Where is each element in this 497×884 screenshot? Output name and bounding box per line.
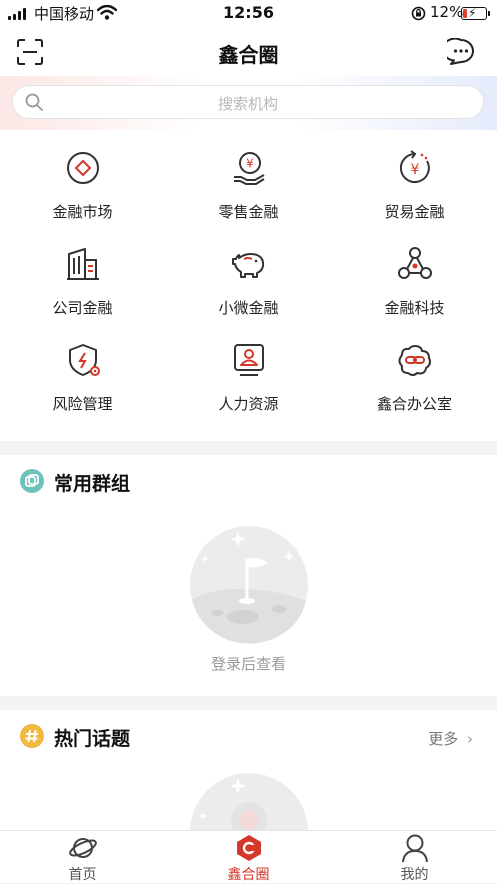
network-nodes-icon: [398, 247, 432, 279]
bottom-tab-bar: 首页 鑫合圈 我的: [0, 830, 497, 883]
section-title: 热门话题: [54, 728, 131, 750]
xinhe-hexagon-icon: [237, 835, 261, 861]
category-small-business-finance[interactable]: 小微金融: [166, 226, 331, 322]
search-placeholder: 搜索机构: [217, 95, 278, 113]
category-financial-markets[interactable]: 金融市场: [0, 130, 165, 226]
category-label: 风险管理: [52, 395, 113, 413]
hand-yuan-coin-icon: ¥: [234, 152, 265, 185]
category-label: 公司金融: [52, 299, 113, 317]
category-risk-management[interactable]: 风险管理: [0, 322, 165, 418]
piggy-bank-icon: [232, 253, 265, 278]
tab-mine[interactable]: 我的: [332, 831, 497, 884]
battery-percent: 12%: [430, 3, 464, 21]
diamond-circle-icon: [67, 152, 99, 184]
cloud-link-icon: [398, 345, 431, 376]
common-groups-section: 常用群组 登录后查看: [0, 455, 497, 696]
category-trade-finance[interactable]: ¥ 贸易金融: [332, 130, 497, 226]
section-title: 常用群组: [54, 473, 131, 495]
category-retail-finance[interactable]: ¥ 零售金融: [166, 130, 331, 226]
status-bar: 中国移动 12:56 12% ⚡: [0, 0, 497, 28]
category-fintech[interactable]: 金融科技: [332, 226, 497, 322]
hashtag-icon: [20, 724, 44, 748]
svg-text:¥: ¥: [246, 157, 254, 171]
user-profile-icon: [402, 834, 428, 863]
category-corporate-finance[interactable]: 公司金融: [0, 226, 165, 322]
rotation-lock-icon: [411, 6, 426, 21]
category-label: 小微金融: [218, 299, 279, 317]
tab-label: 我的: [400, 867, 429, 883]
category-label: 鑫合办公室: [376, 395, 452, 413]
top-nav-bar: 鑫合圈: [0, 28, 497, 76]
yuan-cycle-icon: ¥: [399, 150, 430, 183]
more-link[interactable]: 更多 ›: [428, 728, 473, 749]
hot-topics-section: 热门话题 更多 ›: [0, 710, 497, 830]
page-title: 鑫合圈: [218, 43, 279, 67]
category-human-resources[interactable]: 人力资源: [166, 322, 331, 418]
category-label: 人力资源: [218, 395, 279, 413]
chat-bubble-icon[interactable]: [447, 38, 475, 66]
battery-icon: ⚡: [461, 6, 490, 20]
empty-state-text[interactable]: 登录后查看: [0, 653, 497, 674]
tab-label: 鑫合圈: [227, 867, 270, 883]
chevron-right-icon: ›: [467, 730, 473, 748]
category-label: 金融科技: [384, 299, 445, 317]
planet-icon: [69, 838, 97, 858]
shield-gear-icon: [69, 344, 100, 376]
category-label: 金融市场: [52, 203, 113, 221]
empty-moon-flag-illustration: [190, 526, 308, 644]
groups-icon: [20, 469, 44, 493]
svg-text:¥: ¥: [411, 162, 420, 178]
tab-home[interactable]: 首页: [0, 831, 165, 884]
category-grid: 金融市场 ¥ 零售金融 ¥ 贸易金融 公司金融 小微金融 金融科技 风险管理 人…: [0, 130, 497, 441]
search-area: 搜索机构: [0, 76, 497, 130]
tab-label: 首页: [68, 867, 97, 883]
category-label: 贸易金融: [384, 203, 445, 221]
category-label: 零售金融: [218, 203, 279, 221]
more-label: 更多: [428, 730, 459, 748]
category-xinhe-office[interactable]: 鑫合办公室: [332, 322, 497, 418]
person-monitor-icon: [234, 344, 264, 376]
search-input[interactable]: 搜索机构: [12, 85, 484, 119]
tab-xinhe-circle[interactable]: 鑫合圈: [166, 831, 331, 884]
empty-illustration-partial: [190, 773, 308, 830]
office-building-icon: [67, 248, 99, 280]
